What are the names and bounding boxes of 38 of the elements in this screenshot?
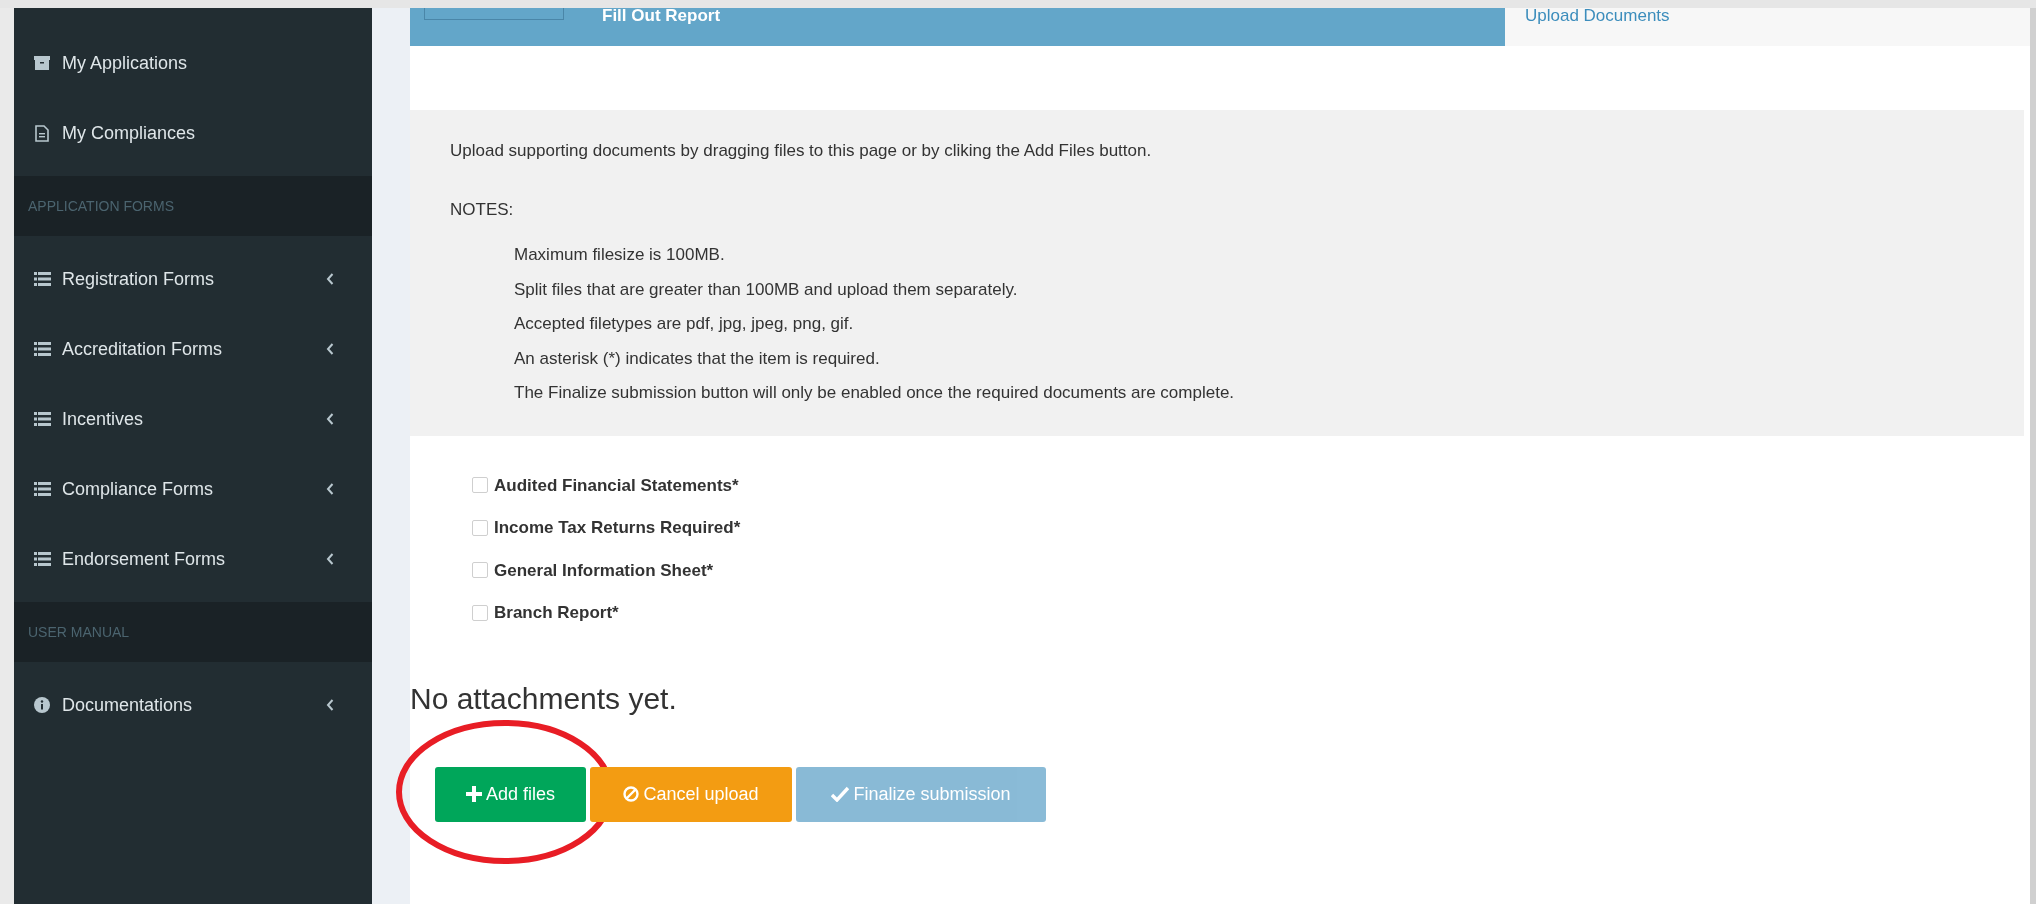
archive-icon xyxy=(34,55,50,71)
note-line: Accepted filetypes are pdf, jpg, jpeg, png, gif. xyxy=(514,313,855,335)
notes-heading: NOTES: xyxy=(450,198,515,221)
checkbox[interactable] xyxy=(472,604,488,621)
note-line: Maximum filesize is 100MB. xyxy=(514,244,726,266)
sidebar-item[interactable]: Documentations xyxy=(14,670,372,740)
check-icon xyxy=(831,786,850,802)
instructions-text: Upload supporting documents by dragging files to this page or by cliking the Add Files button. xyxy=(450,140,1153,162)
plus-icon xyxy=(465,786,482,802)
list-icon xyxy=(33,552,51,566)
list-icon xyxy=(33,412,51,426)
requirement-label: Branch Report* xyxy=(494,602,619,624)
list-icon xyxy=(33,342,51,356)
sidebar-section-header: USER MANUAL xyxy=(14,602,372,662)
sidebar-item[interactable]: Incentives xyxy=(14,384,372,454)
sidebar-item[interactable]: My Compliances xyxy=(14,98,372,168)
requirement-label: Income Tax Returns Required* xyxy=(494,517,741,539)
wizard-step[interactable]: Upload Documents xyxy=(1505,8,2030,46)
list-icon xyxy=(33,482,51,496)
note-line: An asterisk (*) indicates that the item is required. xyxy=(514,347,881,370)
note-line: Split files that are greater than 100MB and upload them separately. xyxy=(514,278,1019,301)
sidebar-item[interactable]: Compliance Forms xyxy=(14,454,372,524)
checkbox[interactable] xyxy=(472,562,488,579)
list-icon xyxy=(33,272,51,286)
sidebar-item[interactable]: Registration Forms xyxy=(14,244,372,314)
document-icon xyxy=(35,124,49,142)
attachments-message: No attachments yet. xyxy=(410,680,678,717)
note-line: The Finalize submission button will only be enabled once the required documents are complete. xyxy=(514,382,1236,404)
sidebar-item[interactable]: Endorsement Forms xyxy=(14,524,372,594)
sidebar-item[interactable]: Accreditation Forms xyxy=(14,314,372,384)
info-icon xyxy=(34,697,50,713)
requirement-label: General Information Sheet* xyxy=(494,559,714,582)
sidebar-section-header: APPLICATION FORMS xyxy=(14,176,372,236)
checkbox[interactable] xyxy=(472,519,488,536)
checkbox[interactable] xyxy=(472,477,488,494)
requirement-label: Audited Financial Statements* xyxy=(494,474,739,497)
ban-icon xyxy=(623,786,640,802)
sidebar-item[interactable]: My Applications xyxy=(14,28,372,98)
